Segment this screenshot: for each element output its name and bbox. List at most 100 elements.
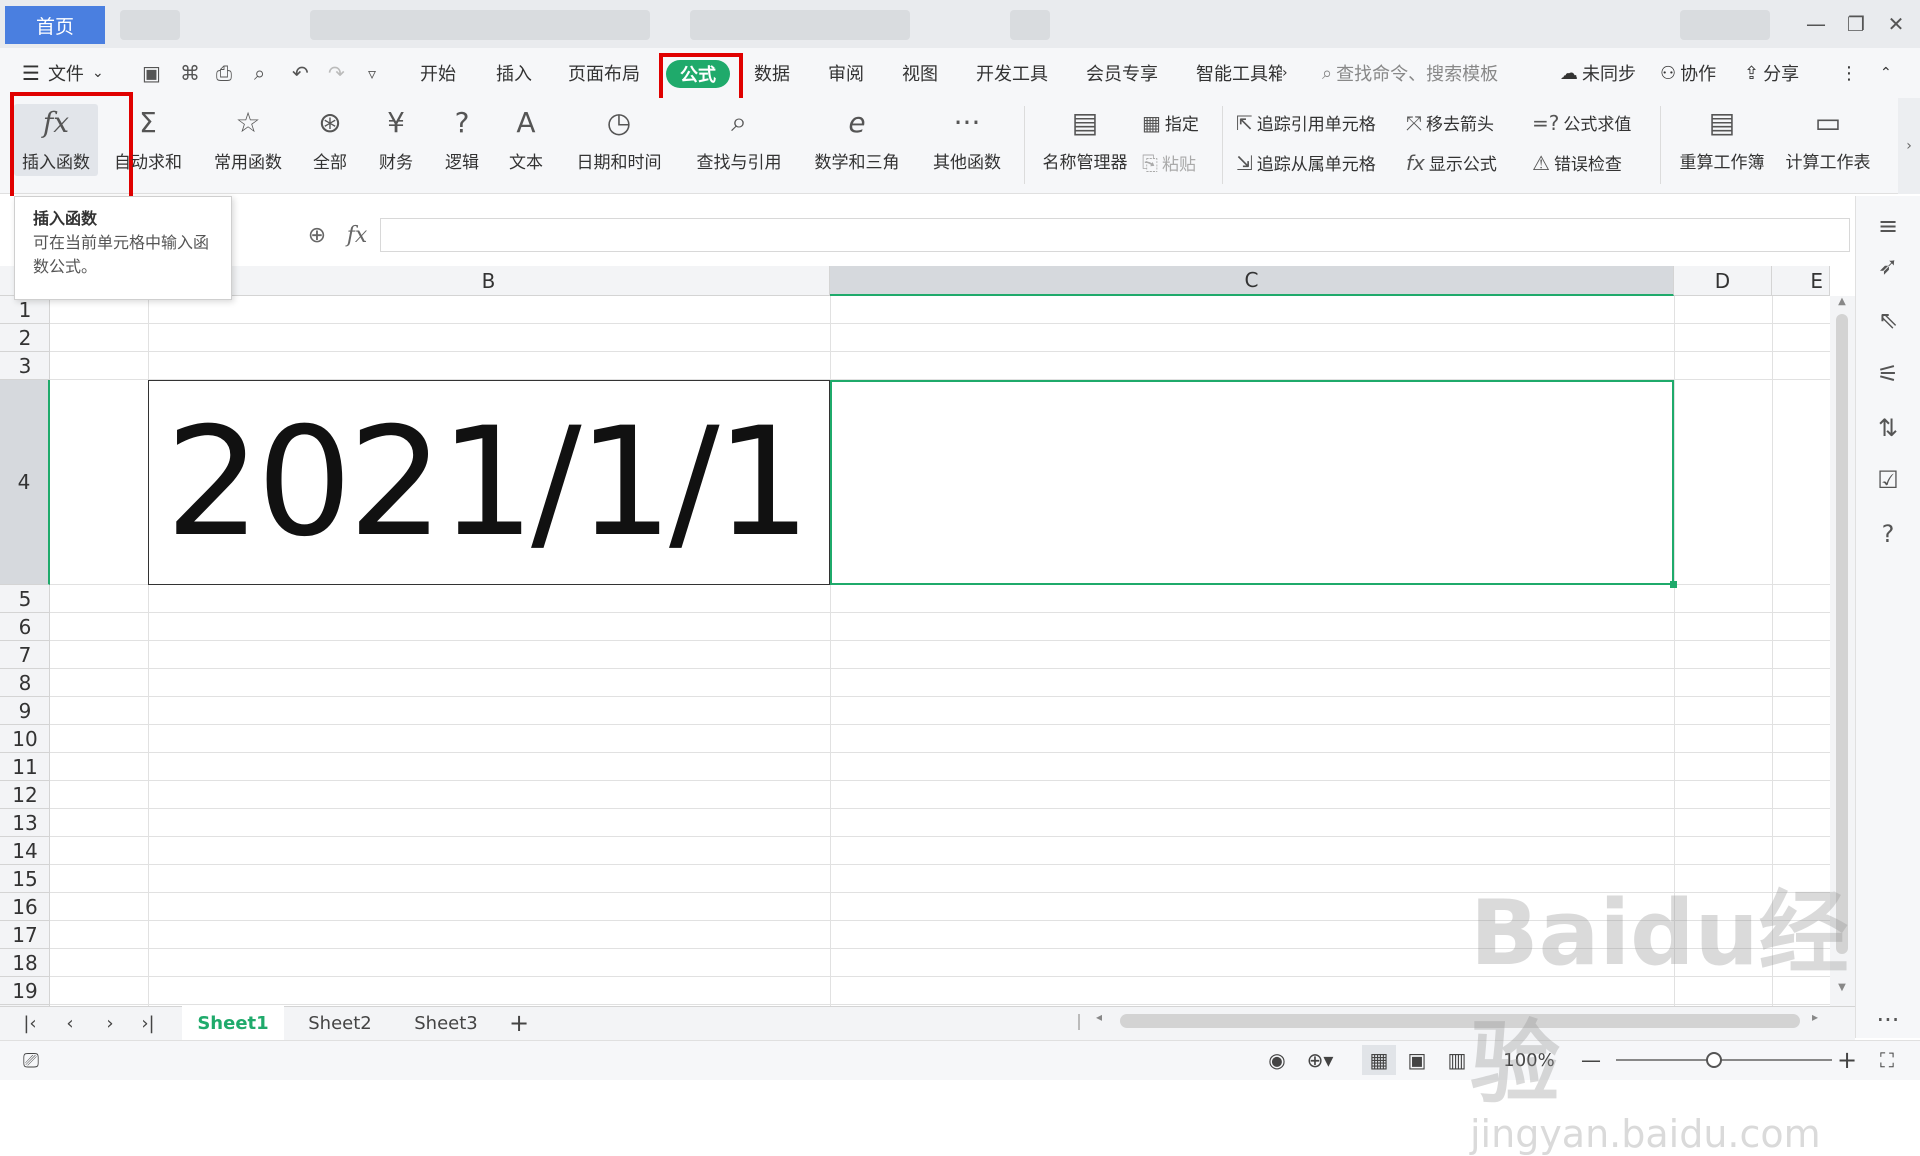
assign-button[interactable]: ▦ 指定 [1142, 110, 1199, 136]
row-header-4[interactable]: 4 [0, 380, 50, 585]
menu-data[interactable]: 数据 [754, 58, 790, 88]
datetime-button[interactable]: ◷ 日期和时间 [566, 104, 672, 174]
row-header-12[interactable]: 12 [0, 781, 50, 809]
row-header-13[interactable]: 13 [0, 809, 50, 837]
doc-tab[interactable] [120, 10, 180, 40]
sidebar-menu-icon[interactable]: ≡ [1868, 206, 1908, 246]
error-check-button[interactable]: ⚠ 错误检查 [1532, 150, 1622, 176]
calc-sheet-button[interactable]: ▭ 计算工作表 [1778, 104, 1878, 174]
scroll-left-icon[interactable]: ◂ [1096, 1010, 1102, 1024]
eye-protect-icon[interactable]: ◉ [1260, 1045, 1294, 1075]
minimize-icon[interactable]: — [1796, 8, 1836, 40]
autosum-button[interactable]: Σ 自动求和 [106, 104, 190, 174]
column-header-e[interactable]: E [1772, 266, 1830, 296]
text-functions-button[interactable]: A 文本 [498, 104, 554, 174]
menu-view[interactable]: 视图 [902, 58, 938, 88]
sheet-tab-1[interactable]: Sheet1 [182, 1006, 284, 1040]
doc-tab[interactable] [690, 10, 910, 40]
redo-icon[interactable]: ↷ [328, 58, 345, 88]
row-header-18[interactable]: 18 [0, 949, 50, 977]
cell-c4-selected[interactable] [830, 380, 1674, 585]
row-header-17[interactable]: 17 [0, 921, 50, 949]
normal-view-icon[interactable]: ▦ [1362, 1045, 1396, 1075]
other-functions-button[interactable]: ··· 其他函数 [922, 104, 1012, 174]
add-sheet-icon[interactable]: + [502, 1006, 536, 1040]
sheet-tab-3[interactable]: Sheet3 [394, 1006, 498, 1040]
lookup-button[interactable]: ⌕ 查找与引用 [686, 104, 792, 173]
collab-button[interactable]: ⚇ 协作 [1660, 58, 1716, 88]
column-header-b[interactable]: B [148, 266, 830, 296]
prev-sheet-icon[interactable]: ‹ [56, 1006, 84, 1040]
scroll-up-icon[interactable]: ▲ [1836, 296, 1848, 310]
first-sheet-icon[interactable]: |‹ [16, 1006, 44, 1040]
save-icon[interactable]: ▣ [142, 58, 161, 88]
recalc-workbook-button[interactable]: ▤ 重算工作簿 [1672, 104, 1772, 174]
logic-button[interactable]: ? 逻辑 [434, 104, 490, 174]
view-mode-icon[interactable]: ⊕▾ [1298, 1045, 1342, 1075]
macro-record-icon[interactable]: ⎚ [14, 1045, 48, 1075]
tab-split-handle[interactable] [1078, 1014, 1080, 1030]
collapse-ribbon-icon[interactable]: ⌃ [1880, 58, 1892, 88]
trace-precedents-button[interactable]: ⇱ 追踪引用单元格 [1236, 110, 1376, 136]
row-header-8[interactable]: 8 [0, 669, 50, 697]
menu-smart-tools[interactable]: 智能工具箱 [1196, 58, 1282, 88]
show-formula-button[interactable]: fx 显示公式 [1406, 150, 1497, 176]
name-manager-button[interactable]: ▤ 名称管理器 [1038, 104, 1132, 174]
sidebar-more-icon[interactable]: ··· [1868, 1000, 1908, 1040]
trace-dependents-button[interactable]: ⇲ 追踪从属单元格 [1236, 150, 1376, 176]
file-menu[interactable]: ☰ 文件 ⌄ [22, 58, 104, 88]
menu-member[interactable]: 会员专享 [1086, 58, 1158, 88]
doc-tab[interactable] [310, 10, 650, 40]
math-button[interactable]: e 数学和三角 [804, 104, 910, 174]
format-painter-icon[interactable]: ⌘ [180, 58, 200, 88]
customize-icon[interactable]: ▿ [368, 58, 376, 88]
more-icon[interactable]: ⋮ [1840, 58, 1858, 88]
menu-page-layout[interactable]: 页面布局 [568, 58, 640, 88]
menu-insert[interactable]: 插入 [496, 58, 532, 88]
page-layout-view-icon[interactable]: ▥ [1440, 1045, 1474, 1075]
home-tab[interactable]: 首页 [5, 6, 105, 44]
menu-developer[interactable]: 开发工具 [976, 58, 1048, 88]
sliders-icon[interactable]: ⚟ [1868, 354, 1908, 394]
inbox-check-icon[interactable]: ☑ [1868, 460, 1908, 500]
ribbon-scroll-right-icon[interactable]: › [1898, 98, 1920, 194]
rocket-icon[interactable]: ➶ [1868, 246, 1908, 286]
row-header-15[interactable]: 15 [0, 865, 50, 893]
share-button[interactable]: ⇪ 分享 [1744, 58, 1799, 88]
next-sheet-icon[interactable]: › [96, 1006, 124, 1040]
print-preview-icon[interactable]: ⌕ [254, 58, 265, 88]
cursor-icon[interactable]: ⇖ [1868, 300, 1908, 340]
print-icon[interactable]: ⎙ [216, 58, 232, 88]
row-header-6[interactable]: 6 [0, 613, 50, 641]
row-header-11[interactable]: 11 [0, 753, 50, 781]
undo-icon[interactable]: ↶ [292, 58, 309, 88]
help-icon[interactable]: ? [1868, 514, 1908, 554]
close-icon[interactable]: ✕ [1876, 8, 1916, 40]
row-header-16[interactable]: 16 [0, 893, 50, 921]
row-header-9[interactable]: 9 [0, 697, 50, 725]
column-header-c[interactable]: C [830, 266, 1674, 296]
cell-b4[interactable]: 2021/1/1 [148, 380, 830, 585]
row-header-7[interactable]: 7 [0, 641, 50, 669]
row-header-5[interactable]: 5 [0, 585, 50, 613]
row-header-2[interactable]: 2 [0, 324, 50, 352]
formula-input[interactable] [380, 218, 1850, 252]
finance-button[interactable]: ¥ 财务 [368, 104, 424, 174]
menu-review[interactable]: 审阅 [828, 58, 864, 88]
all-functions-button[interactable]: ⊛ 全部 [302, 104, 358, 174]
common-functions-button[interactable]: ☆ 常用函数 [204, 104, 292, 174]
row-header-19[interactable]: 19 [0, 977, 50, 1005]
fill-handle[interactable] [1670, 581, 1677, 588]
row-header-14[interactable]: 14 [0, 837, 50, 865]
zoom-formula-icon[interactable]: ⊕ [300, 218, 334, 252]
row-header-10[interactable]: 10 [0, 725, 50, 753]
remove-arrows-button[interactable]: ⤧ 移去箭头 [1406, 110, 1494, 136]
user-area[interactable] [1680, 10, 1770, 40]
sync-button[interactable]: ☁ 未同步 [1560, 58, 1636, 88]
vertical-scroll-thumb[interactable] [1836, 314, 1848, 954]
chevron-right-icon[interactable]: › [1282, 58, 1288, 88]
row-header-3[interactable]: 3 [0, 352, 50, 380]
column-header-d[interactable]: D [1674, 266, 1772, 296]
fullscreen-icon[interactable]: ⛶ [1870, 1045, 1904, 1075]
last-sheet-icon[interactable]: ›| [134, 1006, 162, 1040]
